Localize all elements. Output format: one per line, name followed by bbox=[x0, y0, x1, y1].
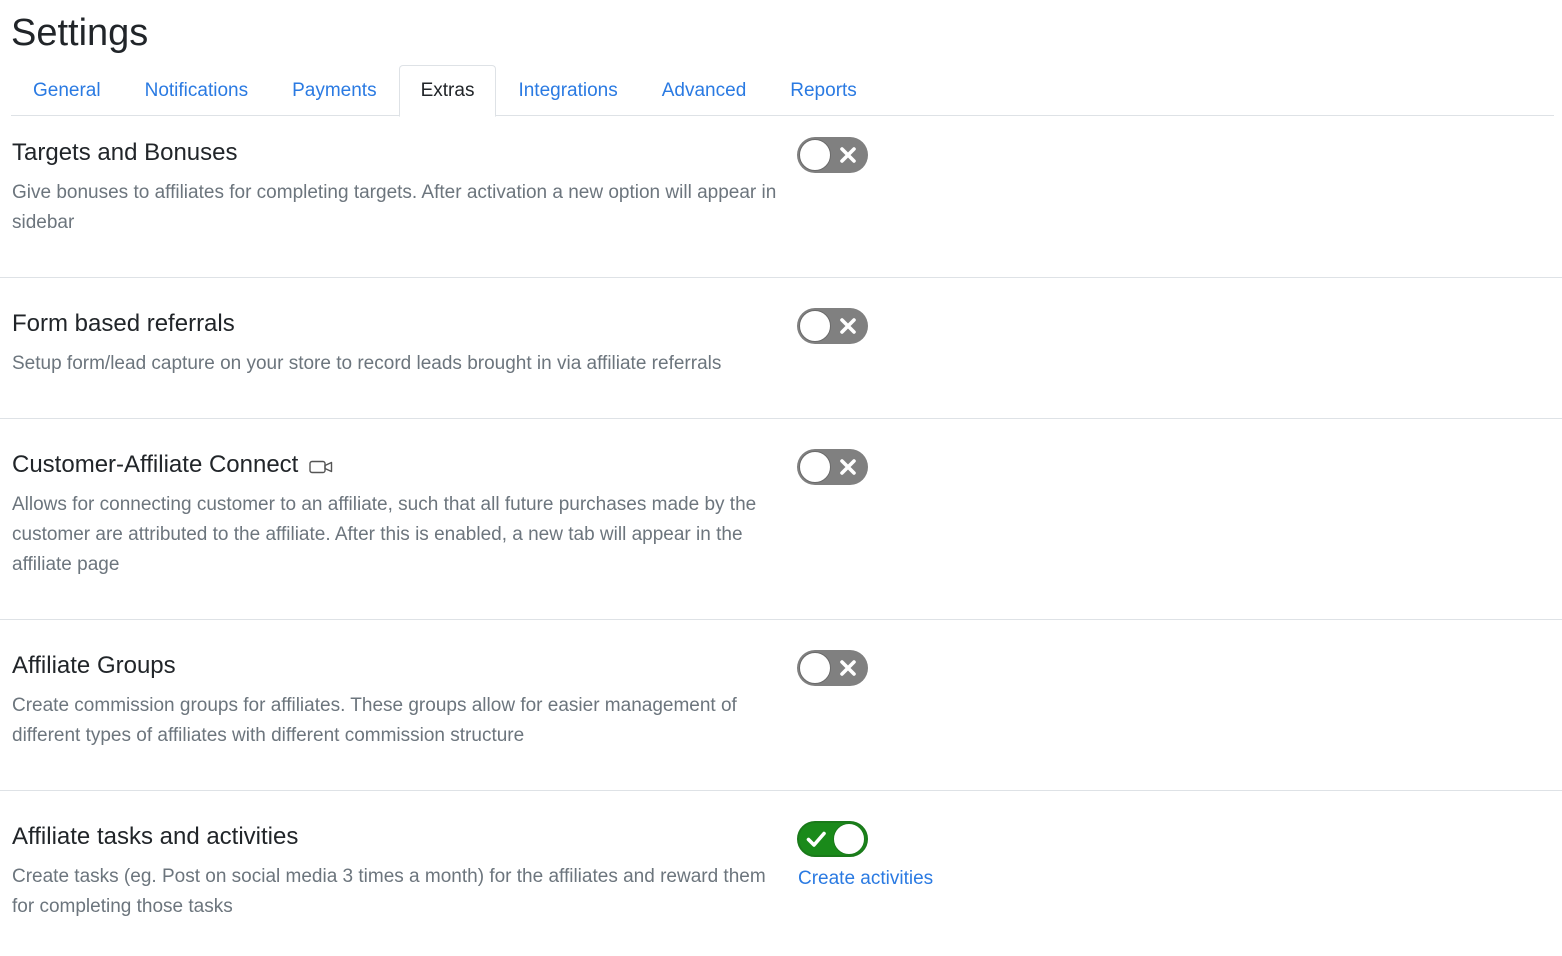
tab-reports[interactable]: Reports bbox=[768, 65, 879, 117]
close-icon bbox=[840, 660, 856, 676]
tab-extras[interactable]: Extras bbox=[398, 65, 497, 117]
close-icon bbox=[840, 459, 856, 475]
toggle-knob bbox=[799, 451, 831, 483]
affiliate-tasks-toggle[interactable] bbox=[797, 821, 868, 857]
setting-description: Give bonuses to affiliates for completin… bbox=[12, 182, 777, 233]
form-referrals-toggle[interactable] bbox=[797, 308, 868, 344]
customer-affiliate-connect-toggle[interactable] bbox=[797, 449, 868, 485]
close-icon bbox=[840, 318, 856, 334]
video-camera-icon[interactable] bbox=[309, 460, 333, 474]
check-icon bbox=[806, 831, 826, 847]
setting-description: Create tasks (eg. Post on social media 3… bbox=[12, 866, 766, 917]
setting-description: Allows for connecting customer to an aff… bbox=[12, 494, 757, 575]
setting-row-customer-affiliate-connect: Customer-Affiliate Connect Allows for co… bbox=[0, 419, 1562, 620]
toggle-knob bbox=[799, 310, 831, 342]
settings-tabs: General Notifications Payments Extras In… bbox=[11, 65, 1554, 117]
setting-row-targets-bonuses: Targets and Bonuses Give bonuses to affi… bbox=[0, 117, 1562, 278]
setting-title: Customer-Affiliate Connect bbox=[12, 451, 299, 478]
affiliate-groups-toggle[interactable] bbox=[797, 650, 868, 686]
tab-payments[interactable]: Payments bbox=[270, 65, 398, 117]
tab-advanced[interactable]: Advanced bbox=[640, 65, 769, 117]
setting-title: Targets and Bonuses bbox=[12, 139, 238, 166]
close-icon bbox=[840, 147, 856, 163]
tab-integrations[interactable]: Integrations bbox=[496, 65, 639, 117]
setting-title: Affiliate tasks and activities bbox=[12, 823, 299, 850]
setting-title-wrap: Customer-Affiliate Connect bbox=[12, 449, 333, 481]
settings-page: Settings General Notifications Payments … bbox=[0, 0, 1562, 956]
setting-row-affiliate-groups: Affiliate Groups Create commission group… bbox=[0, 620, 1562, 791]
setting-title: Form based referrals bbox=[12, 310, 235, 337]
page-title: Settings bbox=[11, 12, 149, 54]
targets-bonuses-toggle[interactable] bbox=[797, 137, 868, 173]
setting-description: Setup form/lead capture on your store to… bbox=[12, 353, 722, 374]
tab-notifications[interactable]: Notifications bbox=[123, 65, 271, 117]
setting-row-affiliate-tasks: Affiliate tasks and activities Create ta… bbox=[0, 791, 1562, 956]
setting-title: Affiliate Groups bbox=[12, 652, 176, 679]
toggle-knob bbox=[799, 652, 831, 684]
toggle-knob bbox=[833, 823, 865, 855]
toggle-knob bbox=[799, 139, 831, 171]
setting-row-form-referrals: Form based referrals Setup form/lead cap… bbox=[0, 278, 1562, 419]
tab-general[interactable]: General bbox=[11, 65, 123, 117]
create-activities-link[interactable]: Create activities bbox=[798, 866, 933, 892]
setting-description: Create commission groups for affiliates.… bbox=[12, 695, 737, 746]
